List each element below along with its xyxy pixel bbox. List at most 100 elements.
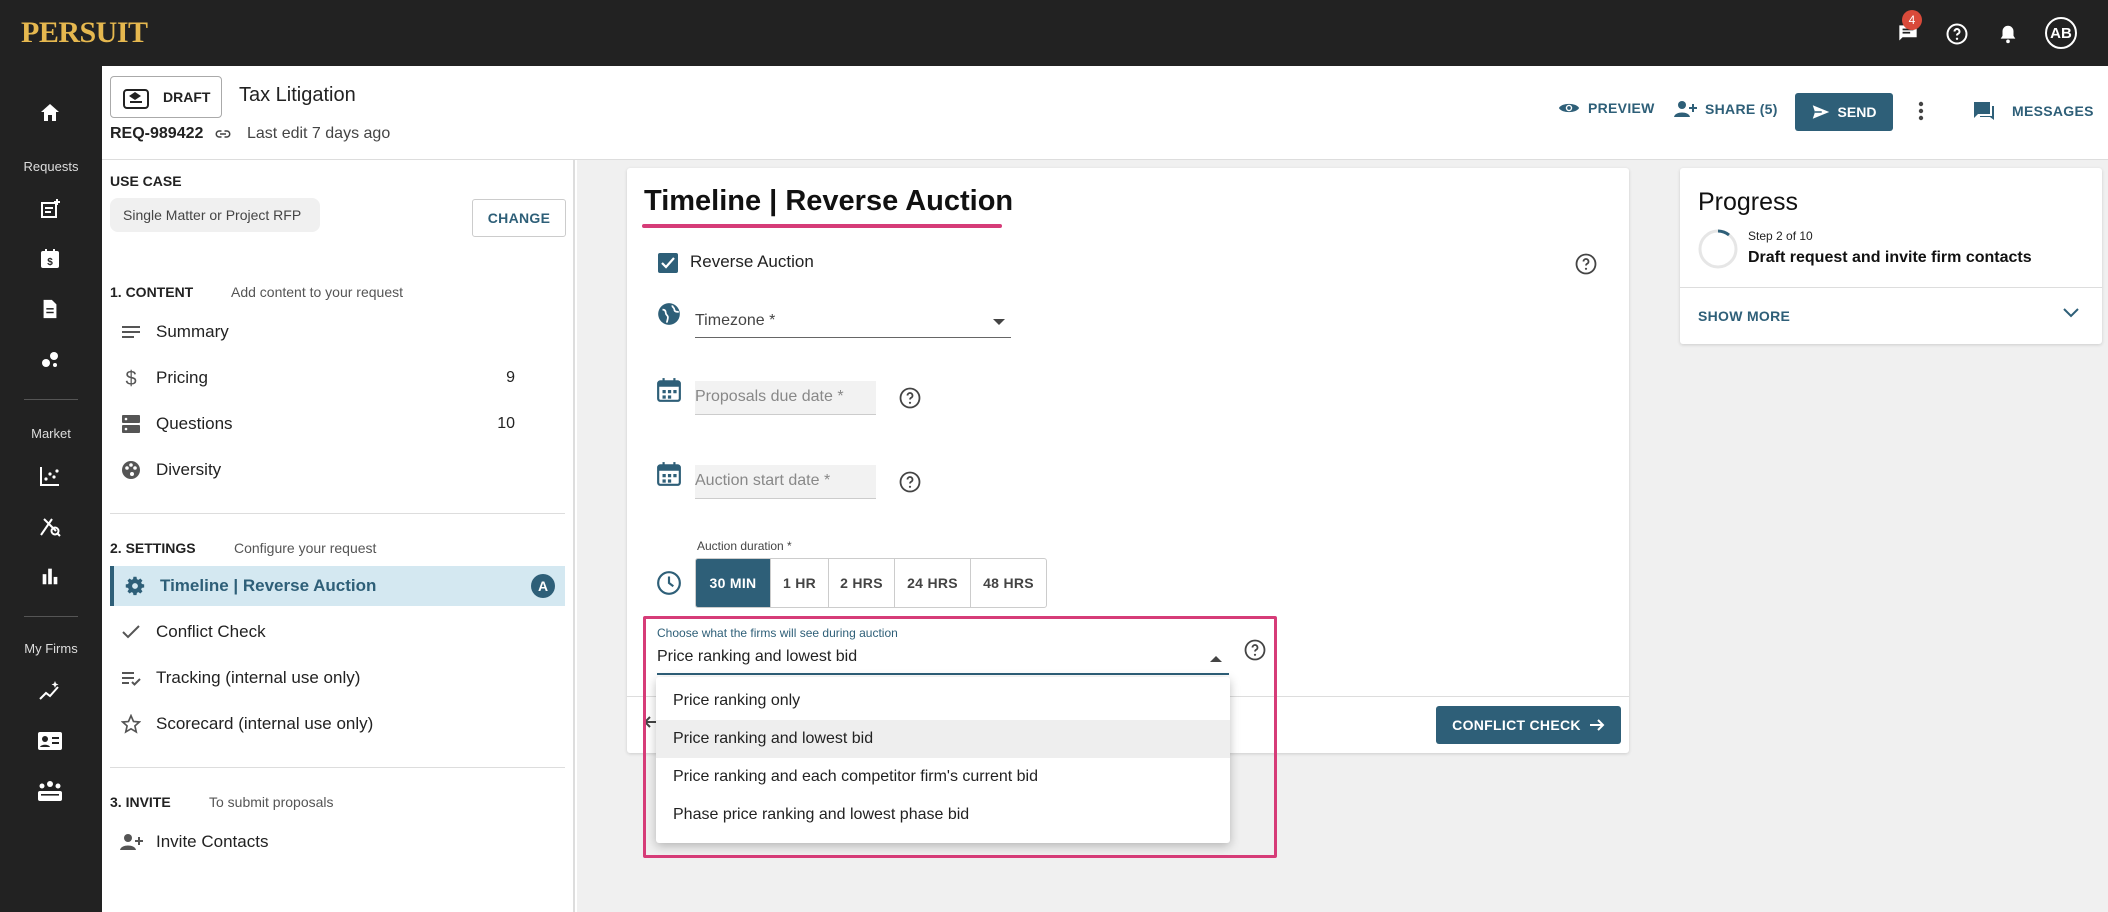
title-highlight-underline [642,224,1002,228]
sidebar-item-count: 10 [497,415,515,432]
send-label: SEND [1837,104,1877,120]
share-button[interactable]: SHARE (5) [1673,100,1778,118]
sidebar-item-timeline[interactable]: Timeline | Reverse Auction A [110,566,565,606]
link-icon[interactable] [213,125,233,148]
sidebar-item-label: Scorecard (internal use only) [156,714,374,733]
document-icon[interactable] [33,292,67,326]
sidebar-item-diversity[interactable]: Diversity [110,450,565,490]
nav-section-market: Market [31,426,71,441]
home-icon[interactable] [33,96,67,130]
progress-ring-icon [1698,229,1738,269]
sparkle-trend-icon[interactable] [33,674,67,708]
new-request-icon[interactable] [33,192,67,226]
proposals-due-date-input[interactable]: Proposals due date * [695,381,876,415]
use-case-chip: Single Matter or Project RFP [110,198,320,232]
duration-24-hrs-button[interactable]: 24 HRS [895,559,971,607]
option-price-ranking-only[interactable]: Price ranking only [656,682,1230,720]
market-search-icon[interactable] [33,509,67,543]
send-button[interactable]: SEND [1795,93,1893,131]
persuit-logo[interactable]: PERSUIT [21,16,148,50]
nav-divider [24,616,78,617]
reverse-auction-checkbox[interactable] [658,253,678,273]
sidebar-item-label: Invite Contacts [156,832,269,851]
sidebar-item-label: Questions [156,414,233,433]
firms-group-icon[interactable] [33,774,67,808]
help-icon[interactable] [898,470,922,494]
duration-2-hrs-button[interactable]: 2 HRS [829,559,895,607]
active-badge: A [531,574,555,598]
messages-icon [1974,102,1994,120]
bar-chart-icon[interactable] [33,559,67,593]
storage-icon [114,414,148,434]
dollar-icon: $ [114,367,148,389]
duration-1-hr-button[interactable]: 1 HR [771,559,829,607]
page-title: Timeline | Reverse Auction [644,185,1014,217]
help-icon[interactable] [1243,638,1267,662]
share-label: SHARE (5) [1705,101,1778,117]
sidebar-item-pricing[interactable]: $ Pricing 9 [110,358,565,398]
change-use-case-button[interactable]: CHANGE [472,199,566,237]
sidebar-item-summary[interactable]: Summary [110,312,565,352]
calendar-icon [657,378,681,402]
request-sidebar [102,160,575,912]
duration-30-min-button[interactable]: 30 MIN [696,559,771,607]
palette-icon [114,460,148,480]
chevron-down-icon[interactable] [2062,306,2080,324]
left-nav: Requests $ Market My Firms [0,66,102,912]
eye-icon [1558,103,1580,113]
sidebar-item-invite-contacts[interactable]: Invite Contacts [110,822,565,862]
bubbles-icon[interactable] [33,342,67,376]
help-icon[interactable] [1942,19,1972,49]
nav-section-requests: Requests [23,159,79,174]
auction-visibility-select[interactable]: Price ranking and lowest bid [657,648,857,666]
option-price-ranking-lowest-bid[interactable]: Price ranking and lowest bid [656,720,1230,758]
conflict-check-next-button[interactable]: CONFLICT CHECK [1436,706,1621,744]
preview-button[interactable]: PREVIEW [1558,100,1655,116]
sidebar-item-label: Diversity [156,460,222,479]
sidebar-item-scorecard[interactable]: Scorecard (internal use only) [110,704,565,744]
dropdown-arrow-icon [993,319,1005,325]
nav-divider [24,399,78,400]
option-phase-price-ranking[interactable]: Phase price ranking and lowest phase bid [656,796,1230,834]
draft-status-label: DRAFT [163,89,211,105]
progress-description: Draft request and invite firm contacts [1748,249,2032,266]
sidebar-item-label: Tracking (internal use only) [156,668,361,687]
star-outline-icon [114,714,148,734]
request-title: Tax Litigation [239,84,356,106]
sidebar-item-label: Timeline | Reverse Auction [160,576,377,595]
request-id: REQ-989422 [110,125,204,142]
svg-text:$: $ [47,257,53,268]
messages-count-badge: 4 [1902,10,1922,30]
option-price-ranking-competitor-bid[interactable]: Price ranking and each competitor firm's… [656,758,1230,796]
sidebar-item-tracking[interactable]: Tracking (internal use only) [110,658,565,698]
more-options-icon[interactable] [1917,100,1925,127]
sidebar-item-conflict-check[interactable]: Conflict Check [110,612,565,652]
sidebar-item-questions[interactable]: Questions 10 [110,404,565,444]
timezone-label: Timezone * [695,312,776,329]
calendar-dollar-icon[interactable]: $ [33,242,67,276]
help-icon[interactable] [898,386,922,410]
messages-button[interactable]: MESSAGES [1972,100,2094,122]
user-avatar[interactable]: AB [2045,17,2077,49]
contact-card-icon[interactable] [33,724,67,758]
progress-title: Progress [1698,188,1799,216]
checkmark-icon [661,257,675,269]
sidebar-divider [110,767,565,768]
bell-icon[interactable] [1993,19,2023,49]
duration-48-hrs-button[interactable]: 48 HRS [971,559,1046,607]
help-icon[interactable] [1574,252,1598,276]
auction-duration-label: Auction duration * [697,539,792,553]
auction-start-date-input[interactable]: Auction start date * [695,465,876,499]
nav-section-my-firms: My Firms [24,641,78,656]
sidebar-item-label: Pricing [156,368,208,387]
progress-step: Step 2 of 10 [1748,229,1813,243]
scatter-chart-icon[interactable] [33,459,67,493]
auction-visibility-options-menu: Price ranking only Price ranking and low… [656,677,1230,843]
show-more-button[interactable]: SHOW MORE [1698,308,1790,324]
top-bar: PERSUIT 4 AB [0,0,2108,66]
use-case-label: USE CASE [110,173,182,189]
gear-icon [118,576,152,596]
dropdown-arrow-up-icon[interactable] [1210,656,1222,662]
timezone-select[interactable]: Timezone * [695,304,1011,338]
invite-section-heading: 3. INVITE [110,794,171,810]
